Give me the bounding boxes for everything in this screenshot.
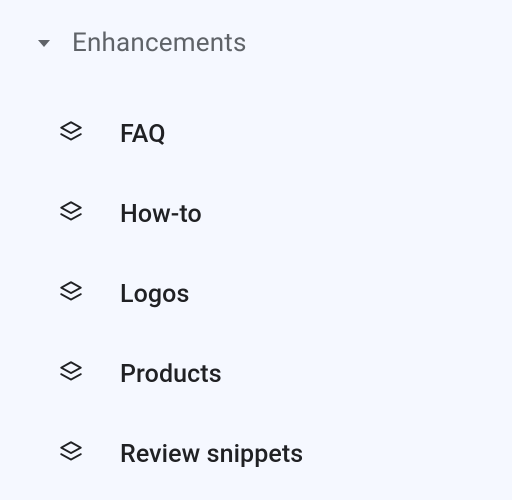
menu-item-faq[interactable]: FAQ	[0, 94, 512, 174]
menu-item-label: Products	[120, 360, 222, 389]
section-title: Enhancements	[72, 28, 247, 58]
layers-icon	[58, 119, 120, 149]
layers-icon	[58, 439, 120, 469]
layers-icon	[58, 359, 120, 389]
caret-down-icon	[38, 40, 50, 47]
section-header-enhancements[interactable]: Enhancements	[0, 28, 512, 58]
menu-item-label: FAQ	[120, 120, 166, 149]
menu-item-logos[interactable]: Logos	[0, 254, 512, 334]
layers-icon	[58, 199, 120, 229]
layers-icon	[58, 279, 120, 309]
menu-item-label: Logos	[120, 280, 189, 309]
menu-item-products[interactable]: Products	[0, 334, 512, 414]
enhancements-section: Enhancements FAQ How-to Logos	[0, 0, 512, 494]
menu-item-label: Review snippets	[120, 440, 303, 469]
menu-item-label: How-to	[120, 200, 202, 229]
menu-item-review-snippets[interactable]: Review snippets	[0, 414, 512, 494]
menu-item-howto[interactable]: How-to	[0, 174, 512, 254]
